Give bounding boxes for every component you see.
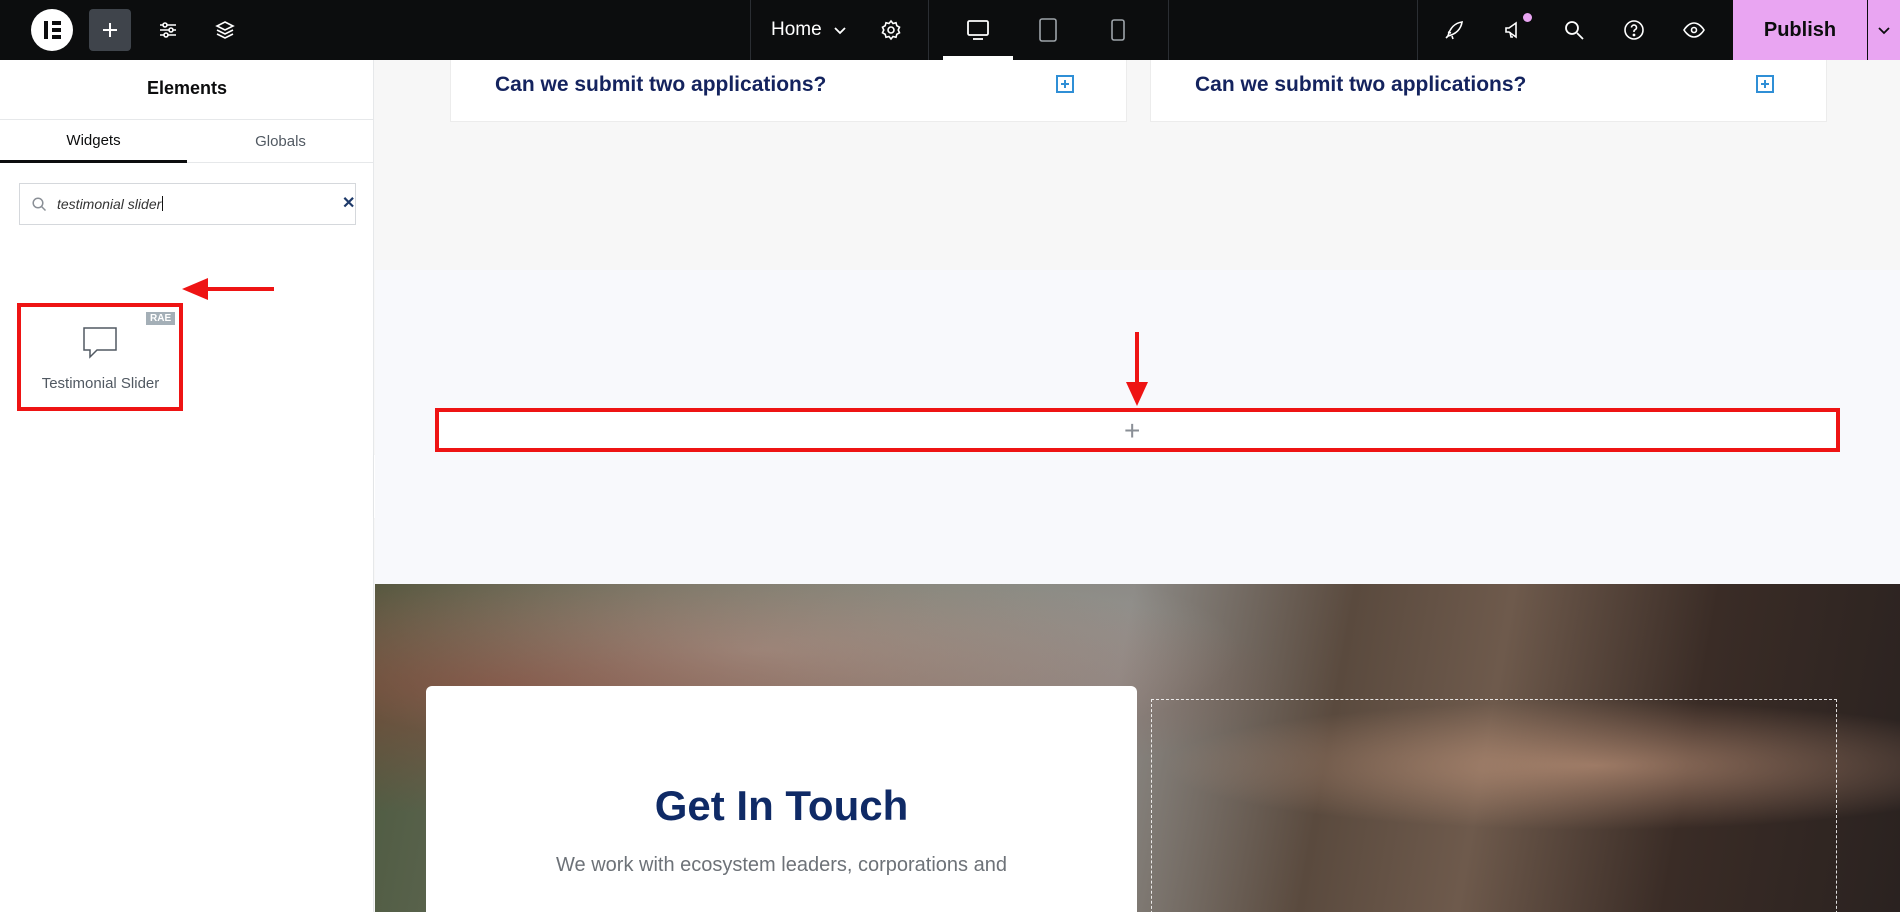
panel-title: Elements [146,78,228,98]
mobile-icon [1111,19,1125,41]
publish-button[interactable]: Publish [1733,0,1867,60]
divider [928,0,929,60]
chevron-down-icon [1878,27,1890,35]
faq-question: Can we submit two applications? [495,73,827,96]
page-selector-label[interactable]: Home [771,19,822,41]
highlight-box [17,303,183,411]
expand-icon[interactable] [1756,75,1774,93]
contact-text: We work with ecosystem leaders, corporat… [556,854,1007,876]
search-icon [1565,21,1584,40]
faq-item[interactable]: Can we submit two applications? [450,60,1127,122]
expand-icon[interactable] [1056,75,1074,93]
layers-icon [215,21,235,39]
help-button[interactable] [1613,9,1655,51]
arrow-head-icon [182,278,208,300]
contact-title: Get In Touch [654,782,909,829]
add-element-button[interactable] [89,9,131,51]
launchpad-button[interactable] [1433,9,1475,51]
help-icon [1624,20,1644,40]
contact-section-background: Get In Touch We work with ecosystem lead… [375,584,1900,912]
faq-question: Can we submit two applications? [1195,73,1527,96]
faq-item[interactable]: Can we submit two applications? [1150,60,1827,122]
mobile-view-button[interactable] [1097,9,1139,51]
desktop-icon [967,20,989,40]
arrow-head-icon [1126,382,1148,406]
elementor-logo-icon[interactable] [31,9,73,51]
megaphone-icon [1505,21,1517,39]
rocket-icon [1445,21,1463,40]
publish-options-button[interactable] [1868,0,1900,60]
site-settings-button[interactable] [147,9,189,51]
faq-section: Can we submit two applications? Can we s… [375,60,1900,270]
divider [1417,0,1418,60]
contact-card: Get In Touch We work with ecosystem lead… [426,686,1137,912]
search-icon [32,197,47,212]
search-value: testimonial slider [57,196,162,212]
elements-panel: Elements Widgets Globals testimonial sli… [0,60,374,912]
chevron-down-icon[interactable] [832,22,848,38]
tab-globals[interactable]: Globals [187,120,374,163]
eye-icon [1683,22,1705,38]
gear-icon [881,19,901,41]
editor-top-bar: Home Publish [0,0,1900,60]
highlight-box [435,408,1840,452]
page-canvas: Can we submit two applications? Can we s… [375,60,1900,912]
widget-search-input[interactable]: testimonial slider ✕ [19,183,356,225]
desktop-view-button[interactable] [957,9,999,51]
divider [1168,0,1169,60]
empty-column-placeholder[interactable] [1151,699,1837,912]
sliders-icon [160,22,176,38]
clear-search-icon[interactable]: ✕ [342,193,355,213]
divider [750,0,751,60]
structure-button[interactable] [204,9,246,51]
plus-icon [103,23,117,37]
annotation-arrow [1135,332,1139,384]
preview-button[interactable] [1673,9,1715,51]
annotation-arrow [206,287,274,291]
page-settings-button[interactable] [870,9,912,51]
tab-widgets[interactable]: Widgets [0,120,187,163]
finder-button[interactable] [1553,9,1595,51]
tablet-icon [1039,18,1057,42]
notification-dot [1523,13,1532,22]
tablet-view-button[interactable] [1027,9,1069,51]
